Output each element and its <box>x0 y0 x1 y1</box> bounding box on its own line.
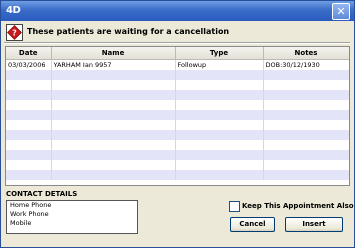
cell-date <box>6 100 52 110</box>
cell-type <box>175 170 264 180</box>
waiting-patients-table[interactable]: Date Name Type Notes 03/03/2006 YARHAM Ia… <box>5 46 350 186</box>
cell-name <box>51 90 176 100</box>
column-header-notes[interactable]: Notes <box>263 47 349 60</box>
table-row[interactable] <box>6 70 349 80</box>
cell-notes <box>263 70 349 80</box>
cell-date <box>6 110 52 120</box>
title-bar[interactable]: 4D ✕ <box>1 1 354 21</box>
cell-type <box>175 160 264 170</box>
table-row[interactable] <box>6 110 349 120</box>
table-row[interactable] <box>6 150 349 160</box>
cell-date <box>6 160 52 170</box>
cell-notes <box>263 130 349 140</box>
cell-name <box>51 100 176 110</box>
cell-name <box>51 110 176 120</box>
cell-notes <box>263 100 349 110</box>
cell-type: Followup <box>175 59 264 70</box>
table-row[interactable] <box>6 130 349 140</box>
cell-type <box>175 120 264 130</box>
cell-notes <box>263 150 349 160</box>
4d-app-icon: 4D <box>6 5 21 16</box>
cell-name <box>51 130 176 140</box>
cell-type <box>175 80 264 90</box>
insert-button[interactable]: Insert <box>285 217 343 232</box>
contact-work-phone[interactable]: Work Phone <box>7 210 137 219</box>
column-header-type[interactable]: Type <box>175 47 264 60</box>
column-header-date[interactable]: Date <box>6 47 52 60</box>
cancel-button[interactable]: Cancel <box>230 217 275 232</box>
cell-type <box>175 90 264 100</box>
contact-details-title: CONTACT DETAILS <box>6 190 78 198</box>
table-row[interactable] <box>6 80 349 90</box>
table-row[interactable]: 03/03/2006 YARHAM Ian 9957 Followup DOB:30/… <box>6 59 349 70</box>
table-row[interactable] <box>6 140 349 150</box>
cell-notes <box>263 170 349 180</box>
cell-notes: DOB:30/12/1930 <box>263 59 349 70</box>
cell-name <box>51 80 176 90</box>
cell-name <box>51 120 176 130</box>
cell-type <box>175 110 264 120</box>
table-row[interactable] <box>6 170 349 180</box>
table-row[interactable] <box>6 90 349 100</box>
cell-notes <box>263 90 349 100</box>
keep-appointment-checkbox[interactable] <box>229 201 240 212</box>
header-separator <box>4 42 350 44</box>
column-header-name[interactable]: Name <box>51 47 176 60</box>
dialog-window: 4D ✕ ? These patients are waiting for a … <box>0 0 355 248</box>
cell-notes <box>263 160 349 170</box>
red-question-diamond-icon: ? <box>6 24 23 41</box>
cell-date: 03/03/2006 <box>6 59 52 70</box>
cell-name <box>51 150 176 160</box>
contact-details-list[interactable]: Home Phone Work Phone Mobile <box>6 200 138 234</box>
cell-date <box>6 170 52 180</box>
table-row[interactable] <box>6 160 349 170</box>
cell-name <box>51 140 176 150</box>
cell-name: YARHAM Ian 9957 <box>51 59 176 70</box>
cell-date <box>6 120 52 130</box>
cell-notes <box>263 140 349 150</box>
cell-type <box>175 150 264 160</box>
cell-type <box>175 140 264 150</box>
cell-date <box>6 90 52 100</box>
cell-date <box>6 140 52 150</box>
cell-notes <box>263 80 349 90</box>
cell-date <box>6 70 52 80</box>
cell-type <box>175 100 264 110</box>
table-row[interactable] <box>6 120 349 130</box>
table-row[interactable] <box>6 100 349 110</box>
cell-notes <box>263 120 349 130</box>
cell-name <box>51 160 176 170</box>
cell-name <box>51 170 176 180</box>
header-message: These patients are waiting for a cancell… <box>27 27 230 36</box>
cell-notes <box>263 110 349 120</box>
cell-date <box>6 130 52 140</box>
contact-home-phone[interactable]: Home Phone <box>7 201 137 210</box>
cell-date <box>6 80 52 90</box>
svg-text:?: ? <box>12 29 17 38</box>
cell-type <box>175 130 264 140</box>
keep-appointment-label[interactable]: Keep This Appointment Also <box>242 202 354 210</box>
table-header-row: Date Name Type Notes <box>6 47 349 60</box>
contact-mobile[interactable]: Mobile <box>7 219 137 228</box>
cell-name <box>51 70 176 80</box>
cell-type <box>175 70 264 80</box>
close-button[interactable]: ✕ <box>332 3 350 20</box>
cell-date <box>6 150 52 160</box>
